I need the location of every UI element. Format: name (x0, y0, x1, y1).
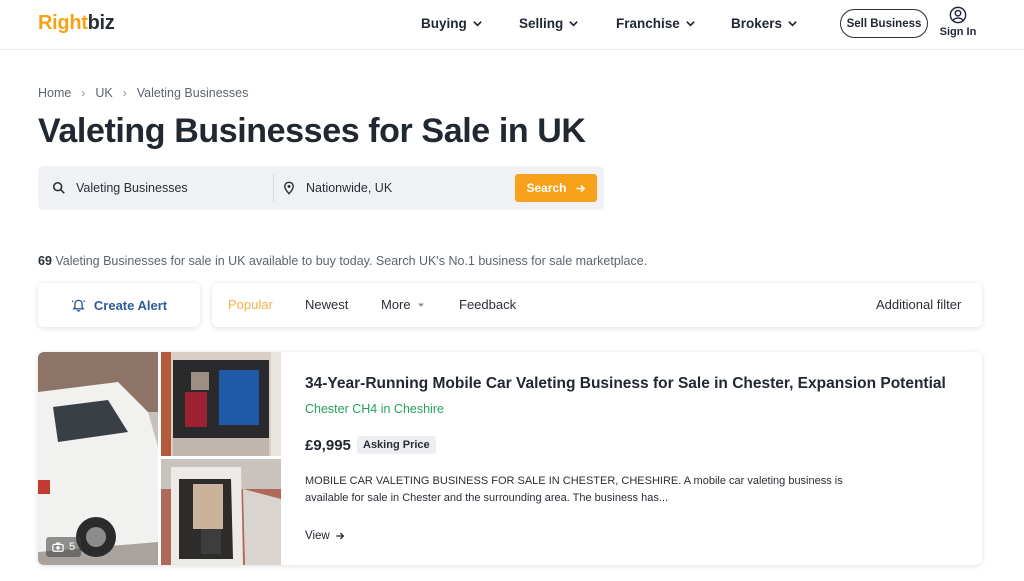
chevron-down-icon (569, 21, 579, 27)
nav-buying-label: Buying (421, 16, 467, 31)
location-pin-icon (284, 181, 294, 195)
sort-more-label: More (381, 297, 411, 312)
arrow-right-icon (335, 532, 344, 540)
sort-newest[interactable]: Newest (305, 297, 348, 312)
additional-filter-button[interactable]: Additional filter (876, 297, 961, 312)
site-header: Rightbiz Buying Selling Franchise Broker… (0, 0, 1024, 50)
results-count-text: 69 Valeting Businesses for sale in UK av… (38, 254, 647, 268)
nav-selling[interactable]: Selling (519, 16, 579, 31)
nav-buying[interactable]: Buying (421, 16, 483, 31)
search-button[interactable]: Search (515, 174, 597, 202)
listing-main-photo[interactable]: 5 (38, 352, 158, 565)
view-label: View (305, 530, 330, 542)
breadcrumb-uk[interactable]: UK (95, 86, 112, 100)
user-circle-icon (949, 6, 967, 24)
chevron-down-icon (686, 21, 695, 27)
chevron-down-icon (472, 21, 482, 27)
nav-franchise-label: Franchise (616, 16, 680, 31)
create-alert-label: Create Alert (93, 297, 168, 313)
photo-count: 5 (69, 541, 76, 553)
nav-selling-label: Selling (519, 16, 564, 31)
listing-card[interactable]: 5 34-Year-Running Mobile Car Valeting Bu… (38, 352, 982, 565)
nav-brokers-label: Brokers (731, 16, 783, 31)
photo-count-badge: 5 (46, 537, 82, 557)
listing-photo-2[interactable] (161, 352, 281, 456)
location-search-field[interactable]: Nationwide, UK (282, 166, 502, 210)
listing-photo-3[interactable] (161, 459, 281, 565)
alarm-bell-icon (71, 299, 86, 312)
search-divider (273, 174, 274, 202)
listing-title[interactable]: 34-Year-Running Mobile Car Valeting Busi… (305, 375, 946, 393)
van-interior-image (161, 352, 281, 456)
view-listing-link[interactable]: View (305, 530, 345, 542)
sort-popular[interactable]: Popular (228, 297, 273, 312)
search-button-label: Search (526, 181, 567, 195)
listing-description: MOBILE CAR VALETING BUSINESS FOR SALE IN… (305, 475, 843, 504)
create-alert-button[interactable]: Create Alert (38, 283, 200, 327)
caret-down-icon (417, 303, 424, 307)
nav-brokers[interactable]: Brokers (731, 16, 798, 31)
chevron-right-icon: › (122, 86, 127, 100)
location-input-value: Nationwide, UK (306, 181, 393, 195)
results-description: Valeting Businesses for sale in UK avail… (51, 254, 648, 268)
sort-more-dropdown[interactable]: More (381, 297, 425, 312)
feedback-link[interactable]: Feedback (459, 297, 516, 312)
keyword-search-field[interactable]: Valeting Businesses (52, 166, 267, 210)
arrow-right-icon (575, 184, 585, 192)
logo-text-part1: Right (38, 12, 88, 34)
breadcrumb-home[interactable]: Home (38, 86, 71, 100)
sort-toolbar: Popular Newest More Feedback Additional … (212, 283, 982, 327)
chevron-right-icon: › (81, 86, 86, 100)
sign-in-button[interactable]: Sign In (938, 6, 978, 38)
results-count: 69 (38, 254, 52, 268)
sell-business-button[interactable]: Sell Business (840, 9, 928, 38)
breadcrumb: Home › UK › Valeting Businesses (38, 86, 248, 100)
page-title: Valeting Businesses for Sale in UK (38, 112, 586, 150)
nav-franchise[interactable]: Franchise (616, 16, 696, 31)
chevron-down-icon (788, 21, 797, 27)
listing-price: £9,995 (305, 437, 351, 454)
search-bar: Valeting Businesses Nationwide, UK Searc… (38, 166, 604, 210)
van-photo-image (38, 352, 158, 565)
keyword-input-value: Valeting Businesses (76, 181, 188, 195)
logo-text-part2: biz (87, 12, 115, 34)
sign-in-label: Sign In (939, 26, 977, 38)
search-icon (52, 181, 65, 194)
rightbiz-logo[interactable]: Rightbiz (38, 12, 115, 35)
camera-icon (52, 542, 64, 552)
breadcrumb-current: Valeting Businesses (136, 86, 249, 100)
asking-price-badge: Asking Price (357, 436, 436, 454)
van-side-door-image (161, 459, 281, 565)
listing-location[interactable]: Chester CH4 in Cheshire (305, 402, 444, 416)
